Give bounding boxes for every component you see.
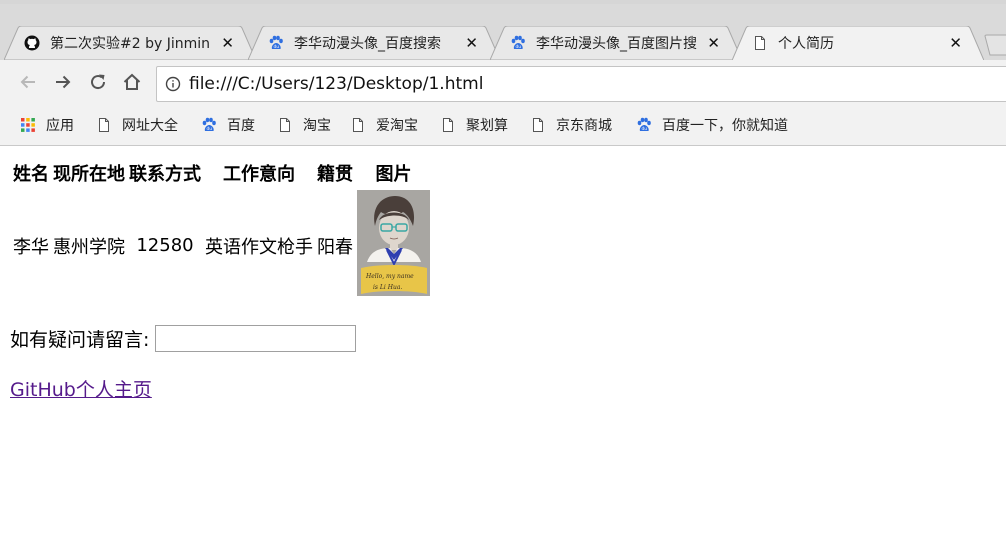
page-icon — [533, 118, 543, 132]
bookmark-label: 爱淘宝 — [376, 118, 418, 134]
bookmark-label: 网址大全 — [122, 118, 178, 134]
cell-contact: 12580 — [136, 235, 194, 256]
home-button[interactable] — [120, 70, 144, 94]
apps-grid-icon — [21, 118, 35, 132]
page-content: 姓名 现所在地 联系方式 工作意向 籍贯 图片 李华 惠州学院 12580 英语… — [0, 147, 1006, 543]
message-label: 如有疑问请留言: — [10, 329, 150, 351]
cell-picture: Hello, my name is Li Hua. — [356, 189, 431, 302]
forward-button[interactable] — [51, 70, 75, 94]
bookmark-juhuasuan[interactable]: 聚划算 — [440, 114, 508, 136]
page-icon — [353, 118, 363, 132]
bookmark-ai-taobao[interactable]: 爱淘宝 — [350, 114, 418, 136]
github-homepage-link[interactable]: GitHub个人主页 — [10, 375, 152, 402]
bookmark-baidu[interactable]: du 百度 — [201, 114, 255, 136]
message-input[interactable] — [155, 325, 357, 352]
header-picture: 图片 — [375, 164, 412, 185]
baidu-paw-icon: du — [637, 117, 651, 132]
bookmark-jd[interactable]: 京东商城 — [530, 114, 612, 136]
bookmark-label: 百度 — [227, 118, 255, 134]
table-header-row: 姓名 现所在地 联系方式 工作意向 籍贯 图片 — [12, 159, 431, 187]
bookmark-taobao[interactable]: 淘宝 — [277, 114, 331, 136]
new-tab-button[interactable] — [984, 34, 1006, 56]
url-text: file:///C:/Users/123/Desktop/1.html — [189, 74, 484, 94]
reload-button[interactable] — [86, 70, 110, 94]
anime-avatar-image: Hello, my name is Li Hua. — [357, 190, 430, 296]
bookmark-label: 淘宝 — [303, 118, 331, 134]
bookmark-baidu-home[interactable]: du 百度一下，你就知道 — [636, 114, 788, 136]
bookmark-label: 京东商城 — [556, 118, 612, 134]
bookmark-label: 应用 — [46, 118, 74, 134]
avatar-note-line2: is Li Hua. — [373, 284, 402, 291]
tab-title: 李华动漫头像_百度搜索 — [294, 36, 441, 52]
page-icon — [755, 36, 765, 50]
tab-title: 第二次实验#2 by Jinmin — [50, 36, 211, 52]
header-name: 姓名 — [13, 164, 49, 185]
github-icon — [24, 35, 40, 51]
header-location: 现所在地 — [53, 164, 125, 185]
page-icon — [99, 118, 109, 132]
bookmark-apps[interactable]: 应用 — [20, 114, 74, 136]
svg-text:du: du — [515, 44, 521, 50]
cell-name: 李华 — [13, 236, 49, 258]
baidu-paw-icon: du — [202, 117, 216, 132]
svg-text:du: du — [206, 126, 212, 132]
cell-location: 惠州学院 — [53, 236, 125, 258]
table-row: 李华 惠州学院 12580 英语作文枪手 阳春 Hello, my name i… — [12, 189, 431, 302]
tab-strip: 第二次实验#2 by Jinmin ✕ du 李华动漫头像_百度搜索 ✕ du … — [0, 0, 1006, 66]
page-icon — [443, 118, 453, 132]
bookmark-label: 聚划算 — [466, 118, 508, 134]
bookmark-url-directory[interactable]: 网址大全 — [96, 114, 178, 136]
tab-resume-active[interactable]: 个人简历 ✕ — [732, 26, 984, 60]
back-arrow-icon — [20, 75, 35, 89]
header-hometown: 籍贯 — [317, 164, 353, 185]
svg-text:du: du — [641, 126, 647, 132]
home-icon — [123, 73, 141, 90]
info-icon[interactable] — [165, 76, 181, 92]
tab-github[interactable]: 第二次实验#2 by Jinmin ✕ — [4, 26, 256, 60]
resume-table: 姓名 现所在地 联系方式 工作意向 籍贯 图片 李华 惠州学院 12580 英语… — [10, 157, 433, 304]
baidu-paw-icon: du — [269, 35, 283, 50]
back-button[interactable] — [16, 70, 40, 94]
avatar-note-line1: Hello, my name — [365, 273, 414, 280]
page-icon — [280, 118, 290, 132]
header-contact: 联系方式 — [129, 164, 201, 185]
close-icon[interactable]: ✕ — [707, 34, 720, 52]
bookmark-label: 百度一下，你就知道 — [662, 118, 788, 134]
close-icon[interactable]: ✕ — [465, 34, 478, 52]
cell-hometown: 阳春 — [317, 236, 353, 258]
tab-baidu-image-search[interactable]: du 李华动漫头像_百度图片搜 ✕ — [490, 26, 742, 60]
reload-icon — [91, 74, 106, 90]
close-icon[interactable]: ✕ — [949, 34, 962, 52]
tab-title: 李华动漫头像_百度图片搜 — [536, 36, 697, 52]
baidu-paw-icon: du — [511, 35, 525, 50]
cell-job-intention: 英语作文枪手 — [205, 236, 313, 258]
forward-arrow-icon — [56, 75, 71, 89]
svg-text:du: du — [273, 44, 279, 50]
header-job-intention: 工作意向 — [223, 164, 295, 185]
close-icon[interactable]: ✕ — [221, 34, 234, 52]
tab-title: 个人简历 — [778, 36, 834, 52]
tabstrip-top-edge — [0, 0, 1006, 4]
message-row: 如有疑问请留言: — [10, 325, 357, 352]
bookmarks-bar: 应用 网址大全 du 百度 淘宝 爱淘宝 聚划算 京东商城 du 百度一下，你就… — [0, 104, 1006, 146]
tab-baidu-search[interactable]: du 李华动漫头像_百度搜索 ✕ — [248, 26, 500, 60]
address-bar[interactable]: file:///C:/Users/123/Desktop/1.html — [156, 66, 1006, 102]
